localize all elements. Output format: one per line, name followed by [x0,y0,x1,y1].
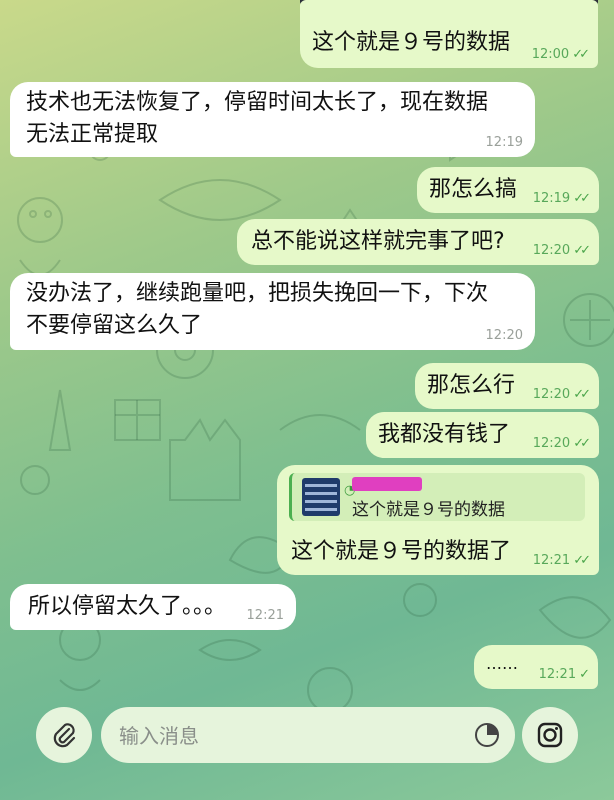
message-text: 不要停留这么久了 [26,313,203,338]
message-time: 12:21 ✓✓ [532,553,591,568]
read-checkmarks-icon: ✓✓ [573,387,591,402]
message-text: 我都没有钱了 [378,422,511,447]
read-checkmarks-icon: ✓✓ [573,553,591,568]
reply-thumbnail [302,478,340,516]
read-checkmarks-icon: ✓✓ [572,47,590,62]
read-checkmarks-icon: ✓✓ [573,191,591,206]
message-time: 12:20 ✓✓ [532,243,591,258]
message-incoming[interactable]: 技术也无法恢复了，停留时间太长了，现在数据 无法正常提取 12:19 [10,82,535,157]
message-time: 12:20 [485,328,523,343]
paperclip-icon [53,723,76,748]
message-text: 无法正常提取 [26,122,159,147]
message-outgoing[interactable]: 我都没有钱了 12:20 ✓✓ [366,412,599,458]
message-text: …… [486,654,518,673]
message-time: 12:20 ✓✓ [532,387,591,402]
message-text: 那怎么行 [427,373,516,398]
message-outgoing[interactable]: …… 12:21 ✓ [474,645,598,689]
instagram-camera-icon [537,722,563,748]
message-text: 这个就是９号的数据了 [291,539,512,564]
message-time: 12:19 ✓✓ [532,191,591,206]
message-time: 12:19 [485,135,523,150]
message-outgoing[interactable]: 那怎么搞 12:19 ✓✓ [417,167,599,213]
attach-button[interactable] [36,707,92,763]
sent-checkmark-icon: ✓ [579,667,590,682]
message-time: 12:21 ✓ [538,667,590,682]
reply-text: 这个就是９号的数据 [352,500,505,520]
message-text: 所以停留太久了。。。 [28,594,227,619]
message-text: 这个就是９号的数据 [312,30,511,55]
message-outgoing-reply[interactable]: ◔ 这个就是９号的数据 这个就是９号的数据了 12:21 ✓✓ [277,465,599,575]
message-text: 没办法了，继续跑量吧，把损失挽回一下，下次 [26,281,489,306]
message-text: 总不能说这样就完事了吧? [251,229,505,254]
message-incoming[interactable]: 所以停留太久了。。。 12:21 [10,584,296,630]
message-text: 技术也无法恢复了，停留时间太长了，现在数据 [26,90,489,115]
message-outgoing[interactable]: 这个就是９号的数据 12:00 ✓✓ [300,0,598,68]
read-checkmarks-icon: ✓✓ [573,243,591,258]
message-text: 那怎么搞 [429,177,518,202]
message-composer [0,690,614,800]
message-input-wrapper [101,707,515,763]
message-time: 12:21 [246,608,284,623]
camera-button[interactable] [522,707,578,763]
reply-quote[interactable]: ◔ 这个就是９号的数据 [289,473,585,521]
message-time: 12:00 ✓✓ [531,47,590,62]
reply-sender-redacted [352,477,422,491]
message-outgoing[interactable]: 总不能说这样就完事了吧? 12:20 ✓✓ [237,219,599,265]
read-checkmarks-icon: ✓✓ [573,436,591,451]
message-time: 12:20 ✓✓ [532,436,591,451]
message-input[interactable] [117,717,461,755]
message-outgoing[interactable]: 那怎么行 12:20 ✓✓ [415,363,599,409]
message-incoming[interactable]: 没办法了，继续跑量吧，把损失挽回一下，下次 不要停留这么久了 12:20 [10,273,535,350]
sticker-icon[interactable] [473,721,501,749]
